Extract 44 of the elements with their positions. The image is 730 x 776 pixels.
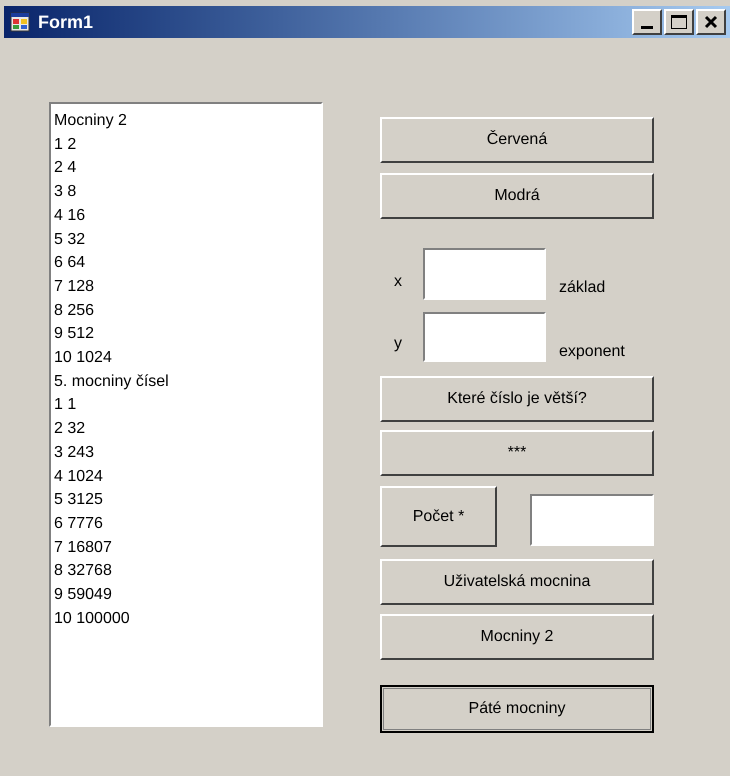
list-item[interactable]: 6 7776 <box>54 512 321 536</box>
list-item[interactable]: 8 32768 <box>54 559 321 584</box>
form-button[interactable]: Páté mocniny <box>380 685 654 733</box>
text-field[interactable] <box>423 312 546 362</box>
list-item[interactable]: 7 128 <box>54 274 321 299</box>
list-item[interactable]: 4 1024 <box>54 464 321 488</box>
list-item[interactable]: 7 16807 <box>54 536 321 560</box>
list-item[interactable]: 5 3125 <box>54 488 321 512</box>
text-field[interactable] <box>423 248 546 300</box>
list-item[interactable]: 3 8 <box>54 180 321 204</box>
list-item[interactable]: 10 100000 <box>54 606 321 630</box>
list-item[interactable]: 2 4 <box>54 156 321 180</box>
close-button[interactable] <box>696 9 726 35</box>
text-field[interactable] <box>530 494 654 546</box>
form-button[interactable]: Uživatelská mocnina <box>380 559 654 605</box>
form-button[interactable]: Které číslo je větší? <box>380 376 654 422</box>
maximize-button[interactable] <box>664 9 694 35</box>
list-item[interactable]: 6 64 <box>54 251 321 275</box>
window-title: Form1 <box>38 10 94 34</box>
list-item[interactable]: 5. mocniny čísel <box>54 370 321 394</box>
list-item[interactable]: Mocniny 2 <box>54 109 321 133</box>
list-item[interactable]: 2 32 <box>54 417 321 441</box>
field-caption: základ <box>559 278 606 298</box>
list-item[interactable]: 1 2 <box>54 132 321 156</box>
list-item[interactable]: 1 1 <box>54 393 321 418</box>
list-box[interactable]: Mocniny 2 1 2 2 4 3 8 4 16 5 32 6 64 7 128 8 256 9 512 10 1024 5. mocniny čísel 1 1 2 32 3 243 4 1024 5 3125 6 7776 7 16807 8 32768 9 59049 10 100000 <box>49 102 323 727</box>
form-button[interactable]: Počet * <box>380 486 497 547</box>
close-icon <box>704 15 718 29</box>
form-button[interactable]: *** <box>380 430 654 476</box>
form-button[interactable]: Modrá <box>380 173 654 219</box>
form-button[interactable]: Mocniny 2 <box>380 614 654 660</box>
list-item[interactable]: 10 1024 <box>54 346 321 370</box>
field-label: x <box>393 272 403 292</box>
minimize-button[interactable] <box>632 9 662 35</box>
list-item[interactable]: 3 243 <box>54 440 321 465</box>
field-caption: exponent <box>559 342 625 362</box>
form-button[interactable]: Červená <box>380 117 654 163</box>
list-item[interactable]: 5 32 <box>54 228 321 252</box>
list-item[interactable]: 9 512 <box>54 322 321 346</box>
field-label: y <box>393 334 403 354</box>
window-icon <box>10 12 30 32</box>
list-item[interactable]: 4 16 <box>54 204 321 228</box>
list-item[interactable]: 9 59049 <box>54 583 321 607</box>
list-item[interactable]: 8 256 <box>54 298 321 322</box>
